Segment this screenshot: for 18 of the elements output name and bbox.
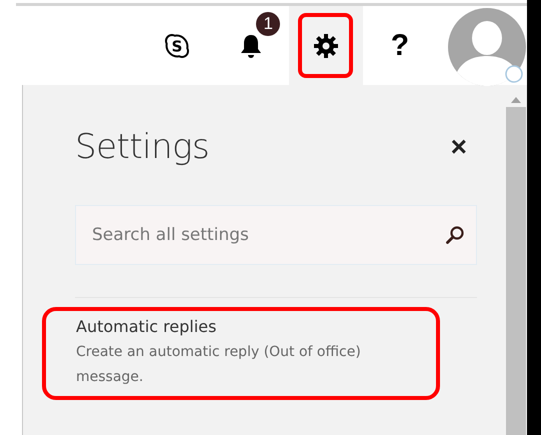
item-description: Create an automatic reply (Out of office) message.: [76, 343, 362, 387]
notifications-button[interactable]: 1: [214, 6, 288, 85]
settings-icon: [312, 32, 339, 58]
bell-icon: [239, 32, 264, 58]
search-field[interactable]: Search all settings: [75, 205, 477, 265]
close-button[interactable]: ×: [446, 131, 471, 163]
skype-icon: S: [164, 32, 190, 58]
search-icon: [445, 225, 465, 245]
scrollbar[interactable]: [505, 85, 527, 435]
avatar-icon[interactable]: [447, 8, 527, 86]
settings-button[interactable]: [288, 6, 363, 85]
settings-item[interactable]: Automatic replies Create an automatic reply (Out of office) message.: [42, 307, 440, 400]
help-button[interactable]: ?: [362, 6, 437, 85]
item-title: Automatic replies: [76, 317, 218, 336]
notification-badge: 1: [256, 12, 280, 36]
panel-title: Settings: [75, 127, 210, 167]
scroll-up-icon: [511, 97, 521, 103]
skype-button[interactable]: S: [140, 6, 214, 85]
